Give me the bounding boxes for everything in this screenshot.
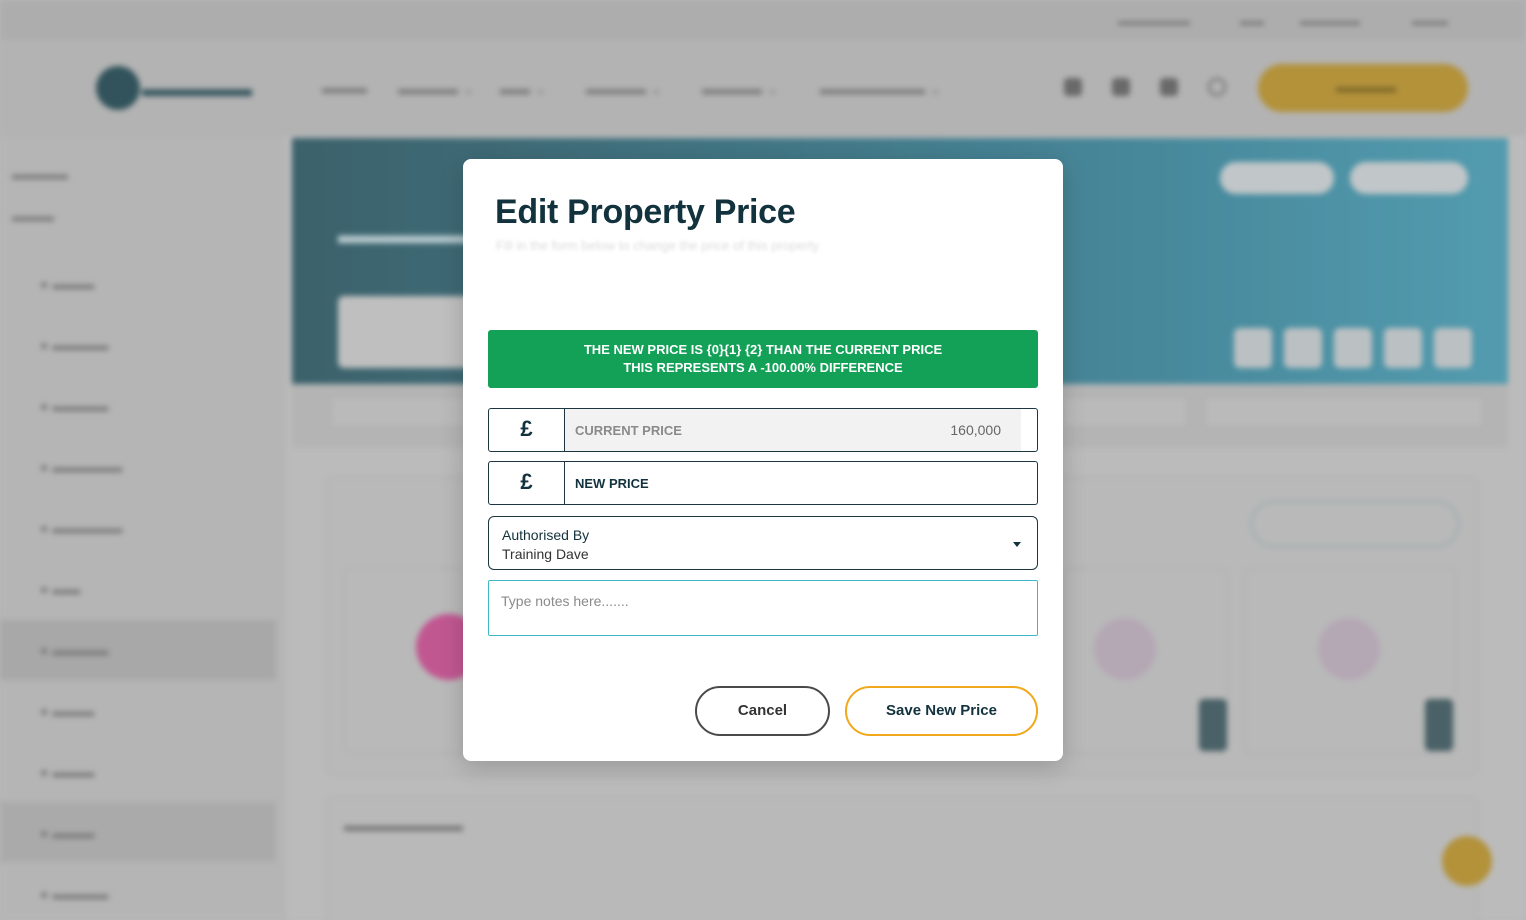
dialog-subtitle: Fill in the form below to change the pri… [496,238,819,253]
dialog-title: Edit Property Price [495,193,796,231]
caret-down-icon [1013,542,1021,547]
price-difference-banner: THE NEW PRICE IS {0}{1} {2} THAN THE CUR… [488,330,1038,388]
edit-price-dialog: Edit Property Price Fill in the form bel… [463,159,1063,761]
save-new-price-button[interactable]: Save New Price [845,686,1038,736]
new-price-label: NEW PRICE [575,476,649,491]
notes-textarea[interactable]: Type notes here....... [488,580,1038,636]
pound-icon: £ [489,409,565,451]
authorised-by-select[interactable]: Authorised By Training Dave [488,516,1038,570]
current-price-value: 160,000 [950,422,1001,438]
authorised-by-label: Authorised By [502,527,590,543]
pound-icon: £ [489,462,565,504]
banner-line-2: THIS REPRESENTS A -100.00% DIFFERENCE [623,360,903,375]
notes-placeholder: Type notes here....... [501,593,629,609]
new-price-row: £ NEW PRICE [488,461,1038,505]
cancel-button[interactable]: Cancel [695,686,830,736]
banner-line-1: THE NEW PRICE IS {0}{1} {2} THAN THE CUR… [583,342,943,357]
current-price-field: CURRENT PRICE 160,000 [565,409,1021,451]
current-price-row: £ CURRENT PRICE 160,000 [488,408,1038,452]
new-price-input[interactable]: NEW PRICE [565,462,1037,504]
current-price-label: CURRENT PRICE [575,423,682,438]
authorised-by-value: Training Dave [502,546,589,562]
